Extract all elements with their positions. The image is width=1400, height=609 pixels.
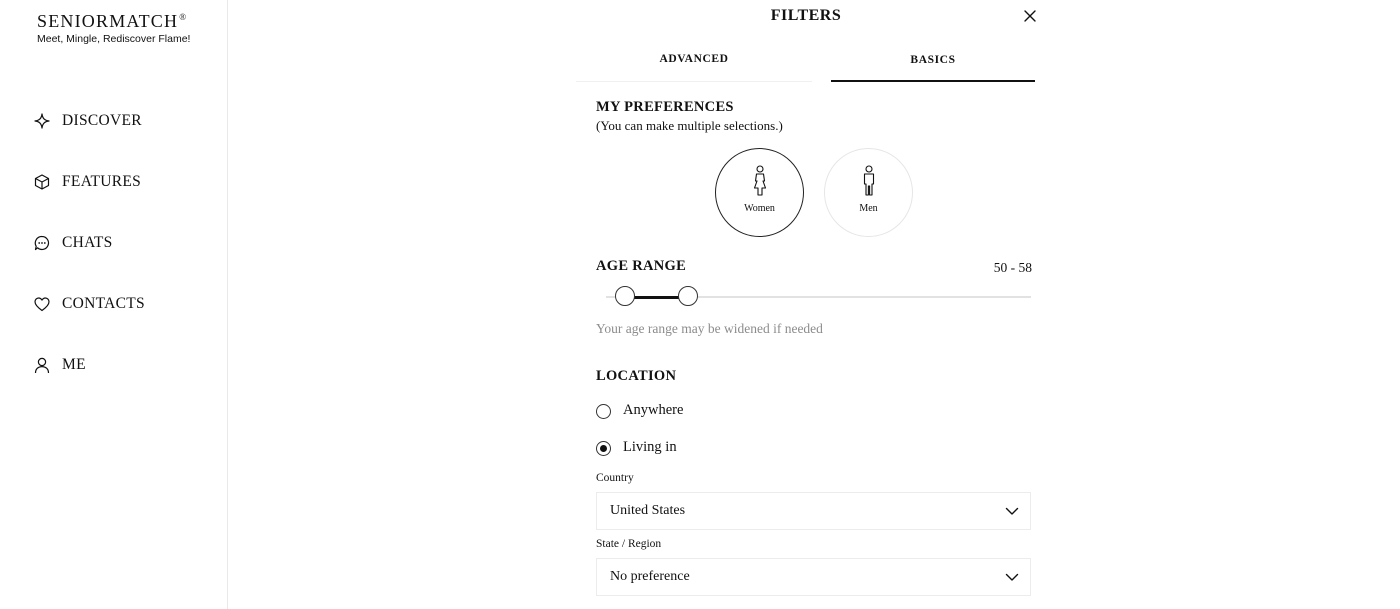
age-min-handle[interactable] (615, 286, 636, 306)
preferences-title: MY PREFERENCES (596, 99, 734, 115)
tab-advanced[interactable]: ADVANCED (576, 48, 812, 82)
preference-women[interactable]: Women (715, 148, 804, 237)
location-title: LOCATION (596, 368, 677, 384)
nav-item-chats[interactable]: CHATS (33, 230, 213, 256)
age-range-value: 50 - 58 (993, 260, 1032, 275)
age-range-slider[interactable] (606, 286, 1031, 306)
state-region-select[interactable]: No preference (596, 558, 1031, 596)
country-label: Country (596, 472, 634, 484)
age-range-note: Your age range may be widened if needed (596, 321, 823, 336)
registered-mark: ® (179, 12, 187, 22)
nav-item-discover[interactable]: DISCOVER (33, 108, 213, 134)
preference-label: Men (859, 203, 878, 214)
radio-label: Anywhere (623, 401, 684, 418)
nav-label: ME (62, 356, 86, 373)
state-region-value: No preference (610, 569, 690, 584)
nav-item-contacts[interactable]: CONTACTS (33, 291, 213, 317)
state-region-label: State / Region (596, 538, 662, 550)
tab-basics[interactable]: BASICS (831, 48, 1035, 82)
close-icon (1024, 10, 1036, 22)
heart-icon (33, 295, 51, 313)
location-living-in-option[interactable]: Living in (596, 437, 677, 457)
radio-living-in[interactable] (596, 440, 611, 456)
nav-label: CONTACTS (62, 295, 145, 312)
nav-item-me[interactable]: ME (33, 352, 213, 378)
nav-item-features[interactable]: FEATURES (33, 169, 213, 195)
age-max-handle[interactable] (678, 286, 699, 306)
location-anywhere-option[interactable]: Anywhere (596, 400, 683, 420)
close-button[interactable] (1023, 9, 1037, 23)
nav-label: DISCOVER (62, 112, 142, 129)
age-range-title: AGE RANGE (596, 258, 687, 274)
sparkle-icon (33, 112, 51, 130)
brand-tagline: Meet, Mingle, Rediscover Flame! (37, 33, 191, 45)
woman-icon (753, 165, 766, 196)
preferences-subtitle: (You can make multiple selections.) (596, 118, 783, 133)
sidebar: SENIORMATCH® Meet, Mingle, Rediscover Fl… (0, 0, 228, 609)
country-select[interactable]: United States (596, 492, 1031, 530)
radio-label: Living in (623, 438, 677, 455)
preference-men[interactable]: Men (824, 148, 913, 237)
country-value: United States (610, 503, 686, 518)
radio-anywhere[interactable] (596, 403, 611, 419)
filter-tabs: ADVANCED BASICS (576, 48, 1036, 82)
brand-name: SENIORMATCH® (37, 11, 187, 31)
man-icon (863, 165, 874, 196)
filters-panel: FILTERS ADVANCED BASICS MY PREFERENCES (… (576, 0, 1036, 609)
brand-logo[interactable]: SENIORMATCH® Meet, Mingle, Rediscover Fl… (37, 11, 190, 45)
nav-label: CHATS (62, 234, 113, 251)
chevron-down-icon (1005, 504, 1019, 518)
nav-label: FEATURES (62, 173, 142, 190)
preference-label: Women (744, 203, 775, 214)
chevron-down-icon (1005, 570, 1019, 584)
user-icon (33, 356, 51, 374)
chat-bubble-icon (33, 234, 51, 252)
cube-icon (33, 173, 51, 191)
page-title: FILTERS (770, 7, 842, 24)
